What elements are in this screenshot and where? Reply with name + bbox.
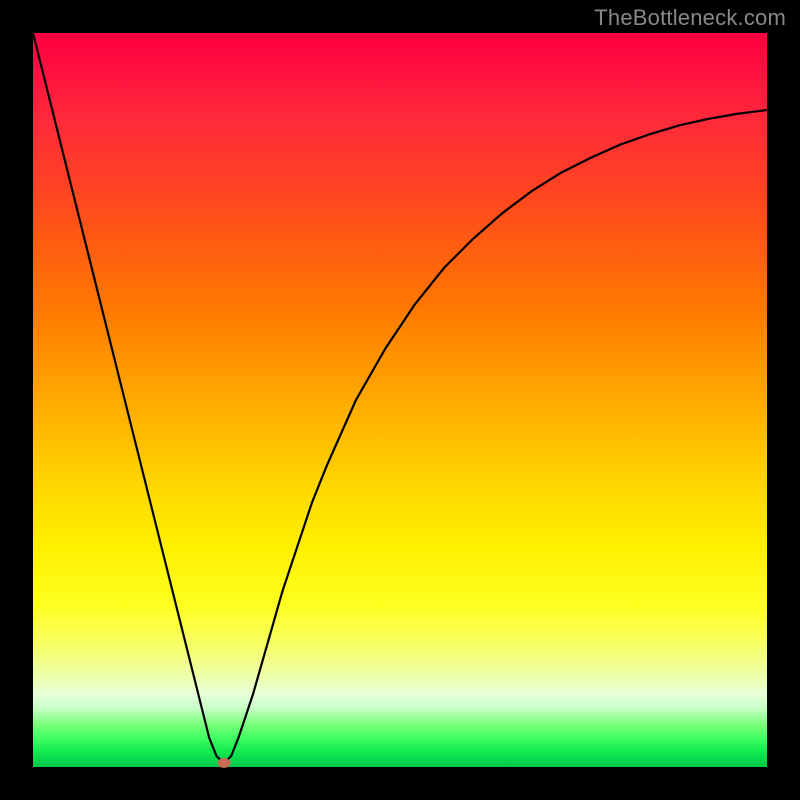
curve-path	[33, 33, 767, 763]
plot-area	[33, 33, 767, 767]
bottleneck-curve	[33, 33, 767, 767]
min-marker	[217, 758, 230, 768]
watermark-text: TheBottleneck.com	[594, 5, 786, 31]
chart-frame: TheBottleneck.com	[0, 0, 800, 800]
